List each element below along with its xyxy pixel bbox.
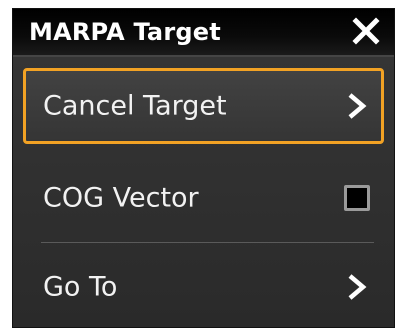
menu-item-cog-vector[interactable]: COG Vector [23,160,384,236]
menu-item-label: Go To [43,271,118,303]
close-icon[interactable] [352,17,380,45]
menu-divider [41,242,374,243]
menu-item-label: Cancel Target [43,90,227,122]
dialog-title: MARPA Target [29,18,221,46]
menu-item-cancel-target[interactable]: Cancel Target [23,68,384,144]
chevron-right-icon [348,274,367,300]
menu-item-go-to[interactable]: Go To [23,249,384,325]
menu-list: Cancel Target COG Vector Go To [13,57,394,327]
cog-vector-checkbox[interactable] [344,185,370,211]
chevron-right-icon [348,93,367,119]
dialog-titlebar: MARPA Target [13,9,394,57]
menu-item-label: COG Vector [43,182,199,214]
marpa-target-dialog: MARPA Target Cancel Target COG Vector Go… [12,8,395,328]
